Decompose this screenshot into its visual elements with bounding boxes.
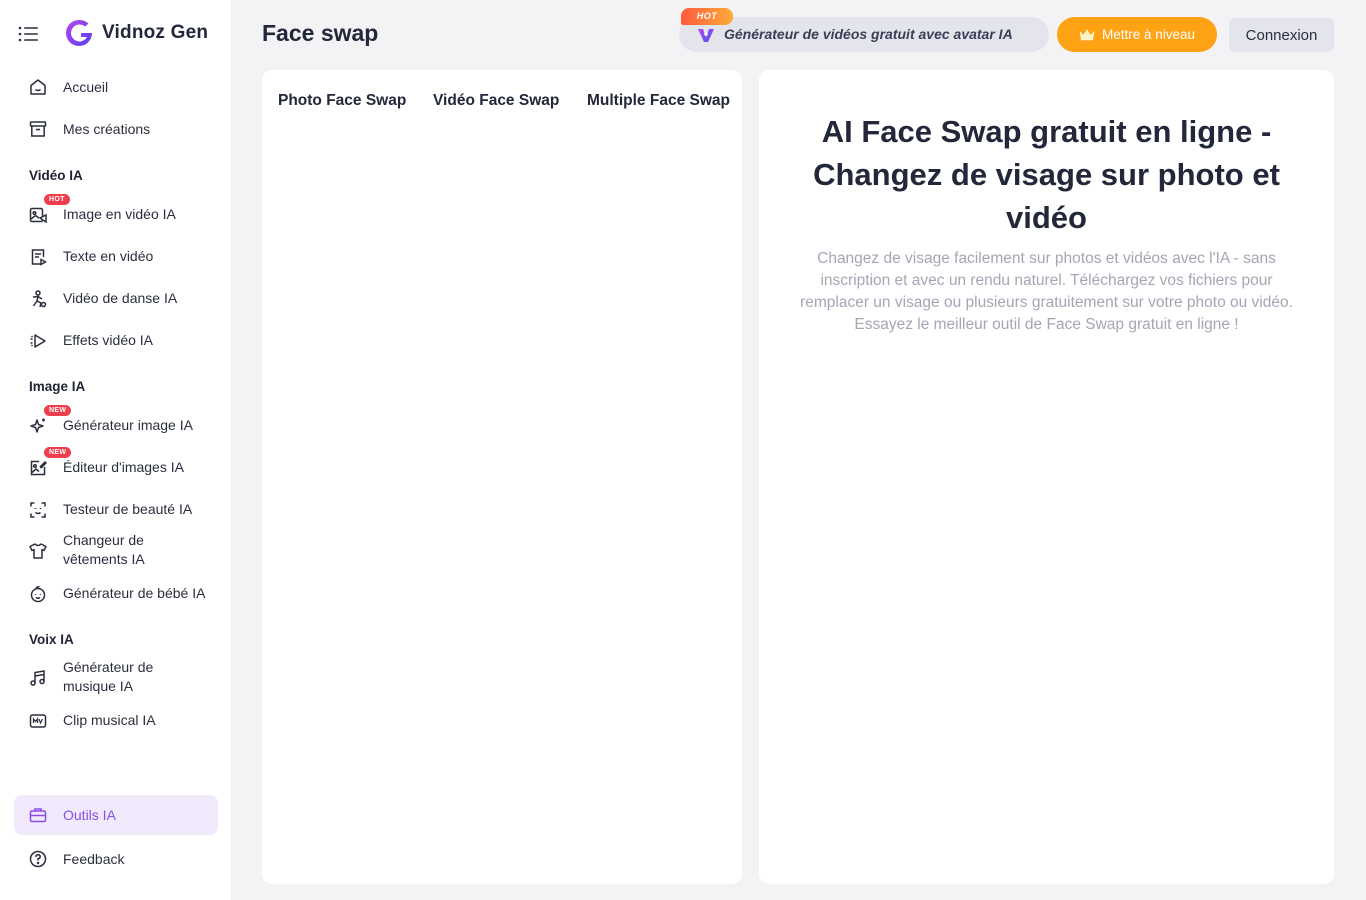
sidebar-item-image-en-video[interactable]: HOT Image en vidéo IA [14,194,218,226]
tab-photo-face-swap[interactable]: Photo Face Swap [278,92,406,110]
sidebar-item-testeur-beaute[interactable]: Testeur de beauté IA [14,497,218,521]
sidebar: Vidnoz Gen Accueil Mes créations Vidéo I… [0,0,231,900]
promo-banner[interactable]: Générateur de vidéos gratuit avec avatar… [679,17,1049,52]
sparkle-icon [28,416,48,436]
sidebar-item-label-line1: Changeur de [63,532,144,548]
toolbox-icon [28,805,48,825]
sidebar-item-label-line2: vêtements IA [63,551,145,567]
sidebar-item-generateur-image[interactable]: NEW Générateur image IA [14,405,218,437]
sidebar-item-label: Testeur de beauté IA [63,501,193,517]
sidebar-item-label: Accueil [63,79,109,95]
hero-description: Changez de visage facilement sur photos … [800,250,1293,333]
sidebar-item-feedback[interactable]: Feedback [14,847,218,871]
home-icon [28,77,48,97]
sidebar-item-editeur-images[interactable]: NEW Éditeur d'images IA [14,447,218,479]
page-title: Face swap [262,20,379,46]
sidebar-item-label: Feedback [63,851,125,867]
sidebar-item-mes-creations[interactable]: Mes créations [14,117,218,141]
dancer-icon [28,289,48,309]
brand-name[interactable]: Vidnoz Gen [102,22,208,44]
sidebar-item-label: Clip musical IA [63,712,156,728]
video-effects-icon [28,331,48,351]
help-circle-icon [28,849,48,869]
sidebar-item-label: Mes créations [63,121,151,137]
sidebar-item-outils-ia[interactable]: Outils IA [14,795,218,835]
new-badge: NEW [44,447,72,458]
tshirt-icon [28,541,48,561]
promo-hot-badge: HOT [681,8,733,25]
sidebar-item-generateur-musique[interactable]: Générateur de musique IA [14,658,218,696]
sidebar-item-accueil[interactable]: Accueil [14,75,218,99]
crown-icon [1079,28,1095,40]
baby-icon [28,584,48,604]
login-label: Connexion [1245,26,1318,44]
hot-badge: HOT [44,194,70,205]
sidebar-item-label: Générateur image IA [63,417,193,433]
image-edit-icon [28,458,48,478]
vidnoz-v-icon [698,29,714,42]
music-note-icon [28,668,48,688]
sidebar-item-changeur-vetements[interactable]: Changeur de vêtements IA [14,531,218,569]
section-title-image-ia: Image IA [29,379,86,394]
upgrade-label: Mettre à niveau [1101,27,1196,42]
menu-icon[interactable] [18,24,40,44]
archive-box-icon [28,119,48,139]
intro-panel: AI Face Swap gratuit en ligne - Changez … [759,70,1334,884]
sidebar-item-label: Effets vidéo IA [63,332,154,348]
promo-text: Générateur de vidéos gratuit avec avatar… [724,26,1013,42]
sidebar-item-clip-musical[interactable]: Clip musical IA [14,708,218,732]
tab-video-face-swap[interactable]: Vidéo Face Swap [433,92,559,110]
sidebar-item-label: Vidéo de danse IA [63,290,178,306]
login-button[interactable]: Connexion [1229,18,1334,52]
vidnoz-logo-icon[interactable] [64,18,94,48]
sidebar-item-effets-video[interactable]: Effets vidéo IA [14,328,218,352]
sidebar-item-label: Éditeur d'images IA [63,459,184,475]
brand-header: Vidnoz Gen [0,14,231,54]
sidebar-item-label: Générateur de bébé IA [63,585,206,601]
section-title-voix-ia: Voix IA [29,632,74,647]
sidebar-item-label-line1: Générateur de [63,659,154,675]
section-title-video-ia: Vidéo IA [29,168,83,183]
upgrade-button[interactable]: Mettre à niveau [1057,17,1217,52]
image-video-icon [28,205,48,225]
sidebar-item-label: Texte en vidéo [63,248,154,264]
sidebar-item-generateur-bebe[interactable]: Générateur de bébé IA [14,581,218,605]
sidebar-item-label-line2: musique IA [63,678,134,694]
face-swap-panel: Photo Face Swap Vidéo Face Swap Multiple… [262,70,742,884]
mv-clip-icon [28,711,48,731]
hero-title: AI Face Swap gratuit en ligne - Changez … [813,114,1280,235]
tab-multiple-face-swap[interactable]: Multiple Face Swap [587,92,730,110]
sidebar-item-video-de-danse[interactable]: Vidéo de danse IA [14,286,218,310]
sidebar-item-texte-en-video[interactable]: Texte en vidéo [14,244,218,268]
text-video-icon [28,247,48,267]
sidebar-item-label: Image en vidéo IA [63,206,176,222]
face-scan-icon [28,500,48,520]
sidebar-item-label: Outils IA [63,807,116,823]
new-badge: NEW [44,405,72,416]
